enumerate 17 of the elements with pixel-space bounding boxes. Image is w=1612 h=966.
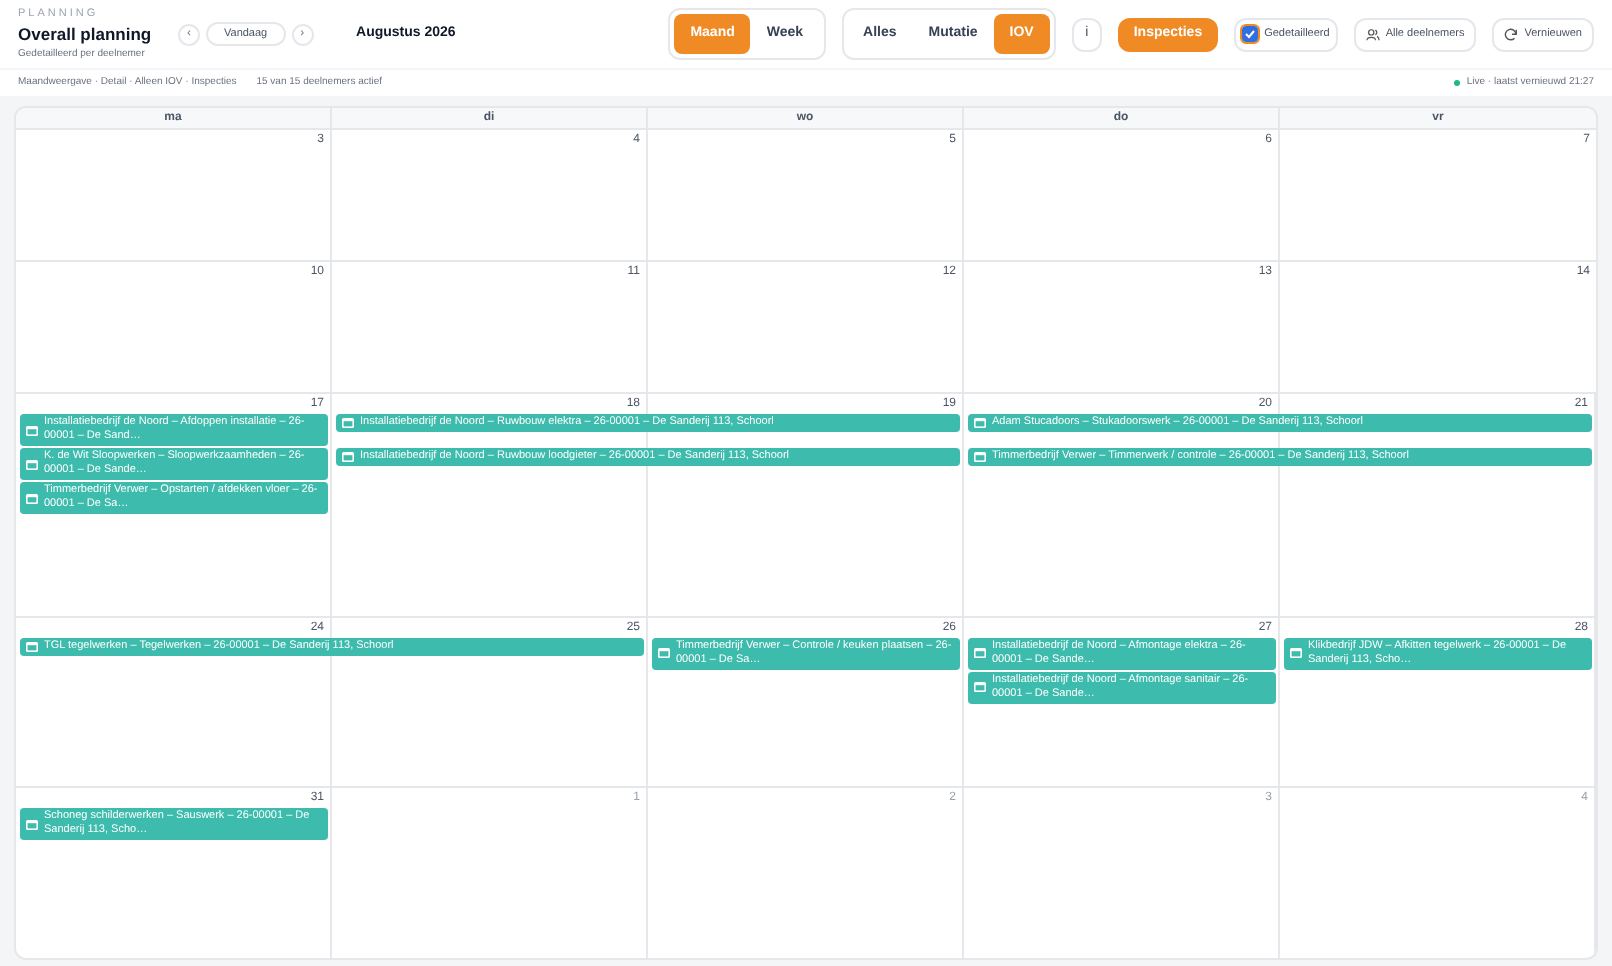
calendar-icon (658, 648, 670, 659)
calendar-icon (26, 425, 38, 436)
calendar-icon (974, 648, 986, 659)
calendar-icon (26, 641, 38, 652)
calendar-icon (974, 452, 986, 463)
calendar-icon (26, 819, 38, 830)
calendar-icon (342, 418, 354, 429)
page-title: Overall planning (18, 22, 154, 48)
users-icon (1365, 27, 1380, 41)
detailed-checkbox[interactable] (1242, 26, 1259, 42)
refresh-icon (1504, 27, 1519, 41)
calendar-icon (26, 459, 38, 470)
calendar-icon (26, 493, 38, 504)
calendar-icon (974, 682, 986, 693)
calendar-icon (342, 452, 354, 463)
calendar-icon (974, 418, 986, 429)
calendar-icon (1290, 648, 1302, 659)
